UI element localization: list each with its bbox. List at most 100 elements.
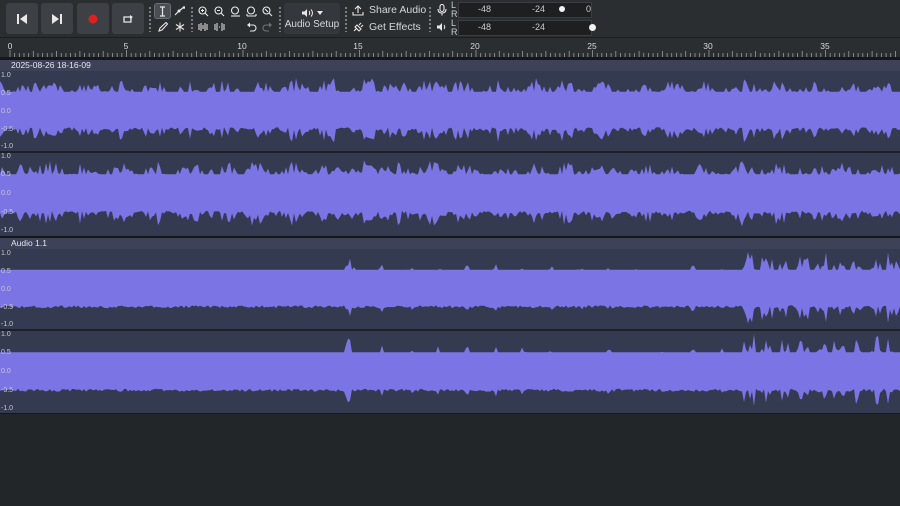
ruler-label: 5 [123, 41, 129, 51]
asterisk-icon [175, 22, 184, 32]
meter-tick-label: -48 [478, 22, 492, 32]
scale-label: -0.5 [1, 304, 14, 311]
pencil-icon [157, 22, 168, 32]
scale-label: 1.0 [1, 72, 11, 79]
scale-label: -0.5 [1, 209, 14, 216]
meter-tick-label: -24 [532, 22, 546, 32]
ruler-label: 25 [587, 41, 597, 51]
scale-label: 1.0 [1, 331, 11, 338]
ruler-ticks [9, 50, 896, 57]
waveform-shape [0, 252, 900, 324]
empty-track-area[interactable] [0, 414, 900, 506]
multi-tool[interactable] [172, 20, 187, 34]
get-effects-label: Get Effects [369, 21, 421, 33]
zoom-toggle-button[interactable] [260, 4, 275, 18]
envelope-icon [174, 6, 185, 16]
scale-label: -1.0 [1, 143, 14, 150]
toolbar-grip[interactable] [190, 6, 194, 32]
redo-button[interactable] [260, 20, 275, 34]
scale-label: 0.5 [1, 349, 11, 356]
toolbar-grip[interactable] [344, 6, 348, 32]
skip-to-end-button[interactable] [41, 3, 73, 34]
scale-label: 0.5 [1, 268, 11, 275]
meter-tick-label: -24 [532, 4, 546, 14]
zoom-in-button[interactable] [196, 4, 211, 18]
toolbar: Audio Setup Share Audio Get Effects L R … [0, 0, 900, 38]
waveform-channel-left[interactable] [0, 71, 900, 151]
record-icon [88, 14, 98, 23]
ruler-label: 20 [470, 41, 480, 51]
audio-track-1[interactable]: 2025-08-26 18-16-09 1.0 0.5 0.0 -0.5 -1.… [0, 60, 900, 236]
audio-setup-label: Audio Setup [284, 19, 340, 30]
waveform-shape [0, 160, 900, 227]
waveform-shape [0, 78, 900, 143]
waveform-channel-right[interactable] [0, 153, 900, 235]
waveform-channel-left[interactable] [0, 249, 900, 329]
scale-label: 0.0 [1, 190, 11, 197]
silence-audio-icon [214, 23, 225, 31]
chevron-down-icon [317, 11, 323, 15]
waveform-channel-right[interactable] [0, 331, 900, 413]
audio-track-2[interactable]: Audio 1.1 1.0 0.5 0.0 -0.5 -1.0 1.0 0.5 … [0, 238, 900, 414]
timeline-ruler[interactable]: 0 5 10 15 20 25 30 35 [0, 38, 900, 57]
undo-button[interactable] [244, 20, 259, 34]
undo-icon [247, 22, 257, 32]
playback-volume-slider-thumb[interactable] [589, 24, 596, 31]
audio-setup-button[interactable]: Audio Setup [284, 3, 340, 34]
envelope-tool[interactable] [172, 4, 187, 18]
meter-channel-label: R [451, 27, 458, 37]
zoom-fit-project-icon [246, 5, 257, 17]
toolbar-grip[interactable] [428, 6, 432, 32]
ruler-label: 0 [7, 41, 13, 51]
speaker-icon [437, 23, 446, 31]
skip-to-start-button[interactable] [6, 3, 38, 34]
scale-label: -1.0 [1, 321, 14, 328]
selection-tool[interactable] [154, 3, 171, 19]
scale-label: 0.0 [1, 108, 11, 115]
scale-label: 0.0 [1, 368, 11, 375]
zoom-toggle-icon [262, 5, 273, 16]
record-button[interactable] [77, 3, 109, 34]
ruler-label: 15 [353, 41, 363, 51]
speaker-icon [302, 9, 313, 17]
scale-label: 1.0 [1, 250, 11, 257]
silence-button[interactable] [212, 20, 227, 34]
skip-to-start-icon [17, 13, 27, 24]
scale-label: -0.5 [1, 126, 14, 133]
scale-label: 0.5 [1, 90, 11, 97]
draw-tool[interactable] [155, 20, 170, 34]
clip-title[interactable]: Audio 1.1 [0, 238, 900, 249]
toolbar-grip[interactable] [148, 6, 152, 32]
plug-icon [353, 22, 364, 32]
text-cursor-icon [160, 5, 165, 17]
skip-to-end-icon [52, 13, 62, 24]
upload-icon [352, 4, 364, 16]
zoom-out-button[interactable] [212, 4, 227, 18]
clip-title[interactable]: 2025-08-26 18-16-09 [0, 60, 900, 71]
share-audio-label: Share Audio [369, 4, 427, 16]
loop-button[interactable] [112, 3, 144, 34]
scale-label: -1.0 [1, 227, 14, 234]
scale-label: 0.0 [1, 286, 11, 293]
loop-icon [123, 14, 133, 23]
waveform-shape [0, 334, 900, 407]
share-audio-button[interactable]: Share Audio [352, 4, 426, 16]
trim-audio-icon [198, 23, 208, 31]
scale-label: -0.5 [1, 387, 14, 394]
scale-label: 1.0 [1, 153, 11, 160]
meter-tick-label: 0 [586, 4, 592, 14]
fit-project-button[interactable] [244, 4, 259, 18]
trim-button[interactable] [196, 20, 211, 34]
zoom-out-icon [214, 5, 225, 16]
ruler-label: 35 [820, 41, 830, 51]
scale-label: -1.0 [1, 405, 14, 412]
zoom-fit-selection-icon [230, 5, 240, 17]
toolbar-grip[interactable] [278, 6, 282, 32]
meter-tick-label: -48 [478, 4, 492, 14]
ruler-label: 30 [703, 41, 713, 51]
ruler-label: 10 [237, 41, 247, 51]
zoom-in-icon [198, 5, 209, 16]
record-volume-slider-thumb[interactable] [559, 6, 565, 12]
get-effects-button[interactable]: Get Effects [352, 21, 421, 33]
fit-selection-button[interactable] [228, 4, 243, 18]
